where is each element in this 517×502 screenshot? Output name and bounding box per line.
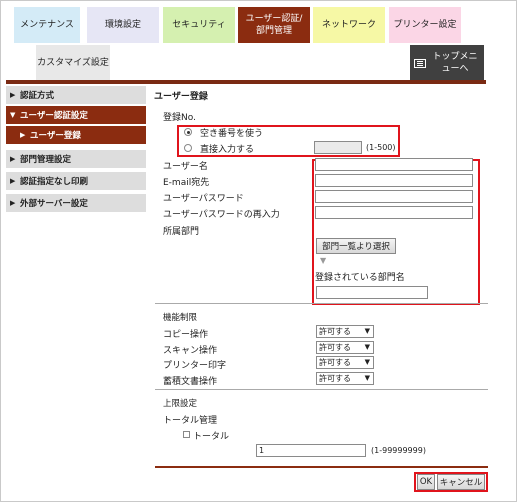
down-arrow-icon: ▼	[320, 256, 327, 265]
tab-environment[interactable]: 環境設定	[87, 7, 159, 43]
reg-no-input[interactable]	[314, 141, 362, 154]
tab-label: ネットワーク	[321, 20, 376, 30]
triangle-right-icon: ▶	[10, 199, 16, 207]
radio-free-label: 空き番号を使う	[200, 129, 264, 139]
select-value: 許可する	[319, 327, 351, 336]
select-value: 許可する	[319, 374, 351, 383]
sidebar-item-user-auth-settings[interactable]: ▼ ユーザー認証設定	[6, 106, 146, 124]
storage-select[interactable]: 許可する ▼	[316, 372, 374, 385]
bottom-separator	[155, 466, 488, 468]
tab-label: 環境設定	[104, 20, 141, 30]
function-limit-title: 機能制限	[163, 313, 198, 323]
username-input[interactable]	[315, 158, 473, 171]
sidebar-item-label: 部門管理設定	[20, 155, 72, 165]
triangle-right-icon: ▶	[20, 131, 26, 139]
password-confirm-input[interactable]	[315, 206, 473, 219]
tab-label: プリンター設定	[393, 20, 457, 30]
divider	[155, 389, 488, 390]
radio-direct-label: 直接入力する	[200, 145, 255, 155]
tab-label: セキュリティ	[172, 20, 226, 30]
triangle-right-icon: ▶	[10, 177, 16, 185]
page-title: ユーザー登録	[154, 92, 208, 102]
header-separator	[6, 80, 486, 84]
triangle-down-icon: ▼	[10, 111, 16, 119]
select-value: 許可する	[319, 358, 351, 367]
tab-printer[interactable]: プリンター設定	[389, 7, 461, 43]
sidebar-item-dept-mgmt[interactable]: ▶ 部門管理設定	[6, 150, 146, 168]
sidebar-item-external-server[interactable]: ▶ 外部サーバー設定	[6, 194, 146, 212]
select-value: 許可する	[319, 343, 351, 352]
password-input[interactable]	[315, 190, 473, 203]
tab-label: メンテナンス	[20, 20, 74, 30]
email-input[interactable]	[315, 174, 473, 187]
upper-limit-title: 上限設定	[163, 399, 198, 409]
top-menu-label: トップメニューへ	[432, 52, 478, 74]
total-limit-input[interactable]: 1	[256, 444, 366, 457]
total-range: (1-99999999)	[371, 446, 426, 455]
tab-network[interactable]: ネットワーク	[313, 7, 385, 43]
dept-label: 所属部門	[163, 227, 200, 237]
registered-dept-label: 登録されている部門名	[315, 273, 405, 283]
password-confirm-label: ユーザーパスワードの再入力	[163, 210, 280, 220]
scan-label: スキャン操作	[163, 346, 218, 356]
reg-no-range: (1-500)	[366, 143, 396, 152]
tab-customize[interactable]: カスタマイズ設定	[36, 45, 110, 81]
total-checkbox-label: トータル	[193, 432, 230, 442]
sidebar-item-label: ユーザー登録	[30, 131, 81, 141]
tab-label: カスタマイズ設定	[37, 58, 109, 68]
sidebar-item-label: 外部サーバー設定	[20, 199, 88, 209]
tab-user-auth[interactable]: ユーザー認証/部門管理	[238, 7, 310, 43]
tab-maintenance[interactable]: メンテナンス	[14, 7, 80, 43]
scan-select[interactable]: 許可する ▼	[316, 341, 374, 354]
dept-select-button[interactable]: 部門一覧より選択	[316, 238, 396, 254]
sidebar-item-label: ユーザー認証設定	[20, 111, 88, 121]
sidebar-item-print-no-auth[interactable]: ▶ 認証指定なし印刷	[6, 172, 146, 190]
radio-direct-input[interactable]	[184, 144, 192, 152]
print-select[interactable]: 許可する ▼	[316, 356, 374, 369]
triangle-right-icon: ▶	[10, 91, 16, 99]
tab-security[interactable]: セキュリティ	[163, 7, 235, 43]
chevron-down-icon: ▼	[364, 343, 370, 351]
divider	[155, 303, 488, 304]
copy-label: コピー操作	[163, 330, 209, 340]
email-label: E-mail宛先	[163, 178, 210, 188]
tab-label: ユーザー認証/部門管理	[245, 14, 303, 36]
triangle-right-icon: ▶	[10, 155, 16, 163]
storage-label: 蓄積文書操作	[163, 377, 218, 387]
password-label: ユーザーパスワード	[163, 194, 244, 204]
reg-no-label: 登録No.	[163, 113, 196, 123]
copy-select[interactable]: 許可する ▼	[316, 325, 374, 338]
chevron-down-icon: ▼	[364, 327, 370, 335]
print-label: プリンター印字	[163, 361, 227, 371]
cancel-button[interactable]: キャンセル	[437, 474, 485, 490]
radio-free-number[interactable]	[184, 128, 192, 136]
sidebar-item-user-registration[interactable]: ▶ ユーザー登録	[6, 126, 146, 144]
username-label: ユーザー名	[163, 162, 208, 172]
chevron-down-icon: ▼	[364, 358, 370, 366]
sidebar-item-label: 認証方式	[20, 91, 55, 101]
ok-button[interactable]: OK	[417, 474, 435, 490]
registered-dept-input[interactable]	[316, 286, 428, 299]
total-mgmt-label: トータル管理	[163, 416, 218, 426]
sidebar-item-label: 認証指定なし印刷	[20, 177, 89, 187]
menu-list-icon	[414, 58, 426, 68]
top-menu-button[interactable]: トップメニューへ	[410, 45, 484, 81]
sidebar-item-auth-method[interactable]: ▶ 認証方式	[6, 86, 146, 104]
chevron-down-icon: ▼	[364, 374, 370, 382]
total-checkbox[interactable]	[183, 431, 190, 438]
